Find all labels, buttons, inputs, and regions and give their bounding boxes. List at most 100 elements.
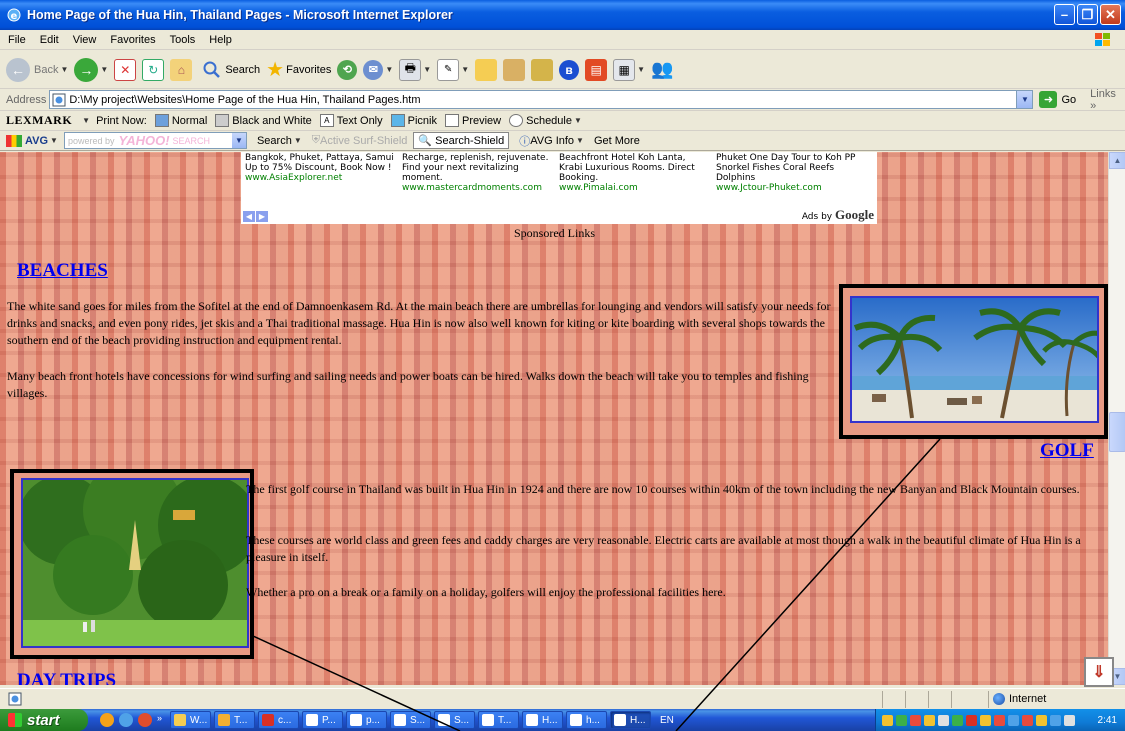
taskbar-button[interactable]: W... <box>170 711 212 729</box>
favorites-button[interactable]: ★ Favorites <box>266 57 331 82</box>
research-button[interactable] <box>503 58 526 81</box>
taskbar-button[interactable]: S... <box>390 711 432 729</box>
tray-icon[interactable] <box>1064 714 1075 726</box>
messenger-button[interactable] <box>531 58 554 81</box>
tray-icon[interactable] <box>966 714 977 726</box>
tray-icon[interactable] <box>1022 714 1033 726</box>
taskbar-button[interactable]: T... <box>478 711 520 729</box>
taskbar-button[interactable]: h... <box>566 711 608 729</box>
taskbar-button[interactable]: p... <box>346 711 388 729</box>
print-button[interactable]: 🖶 ▼ <box>399 58 431 81</box>
forward-button[interactable]: → ▼ <box>74 57 108 82</box>
avg-logo[interactable]: AVG ▼ <box>6 134 58 147</box>
chevron-left-icon[interactable]: ◀ <box>243 211 255 222</box>
ad-url[interactable]: www.Pimalai.com <box>559 183 709 193</box>
tray-icon[interactable] <box>938 714 949 726</box>
ad-url[interactable]: www.mastercardmoments.com <box>402 183 552 193</box>
ad-item[interactable]: Beachfront Hotel Koh Lanta, Krabi Luxuri… <box>559 153 709 193</box>
tray-icon[interactable] <box>952 714 963 726</box>
taskbar-button[interactable]: H... <box>522 711 564 729</box>
edit-button[interactable]: ✎ ▼ <box>437 58 469 81</box>
mail-button[interactable]: ✉ ▼ <box>363 59 393 80</box>
maximize-button[interactable]: ❐ <box>1077 4 1098 25</box>
get-more-button[interactable]: Get More <box>594 135 640 147</box>
stop-button[interactable]: ✕ <box>114 58 137 81</box>
links-button[interactable]: Links » <box>1090 88 1125 112</box>
scroll-to-bottom-icon[interactable]: ⇓ <box>1084 657 1114 687</box>
scroll-thumb[interactable] <box>1109 412 1125 452</box>
quick-launch-icon[interactable] <box>138 713 152 727</box>
chevron-right-icon[interactable]: ▶ <box>256 211 268 222</box>
chevron-down-icon[interactable]: ▼ <box>100 65 108 74</box>
quick-launch-icon[interactable] <box>119 713 133 727</box>
title-bar[interactable]: e Home Page of the Hua Hin, Thailand Pag… <box>0 0 1125 30</box>
golf-heading[interactable]: GOLF <box>1040 440 1094 462</box>
chevron-down-icon[interactable]: ▼ <box>82 116 90 125</box>
start-button[interactable]: start <box>0 709 88 731</box>
menu-view[interactable]: View <box>73 34 97 46</box>
normal-label: Normal <box>171 114 208 127</box>
ad-item[interactable]: Bangkok, Phuket, Pattaya, Samui Up to 75… <box>245 153 395 183</box>
taskbar-button[interactable]: P... <box>302 711 344 729</box>
chevron-right-icon[interactable]: » <box>157 713 162 727</box>
day-trips-heading[interactable]: DAY TRIPS <box>17 670 116 685</box>
preview-button[interactable]: Preview <box>444 114 501 127</box>
addon-button[interactable]: ▤ <box>585 58 608 81</box>
refresh-button[interactable]: ↻ <box>142 58 165 81</box>
tray-icon[interactable] <box>980 714 991 726</box>
back-button[interactable]: ← Back ▼ <box>6 57 68 82</box>
scroll-up-button[interactable]: ▲ <box>1109 152 1125 169</box>
folder-button[interactable] <box>475 58 498 81</box>
schedule-button[interactable]: Schedule ▼ <box>509 114 582 127</box>
menu-help[interactable]: Help <box>209 34 232 46</box>
print-text-only-button[interactable]: A Text Only <box>319 114 383 127</box>
ad-url[interactable]: www.AsiaExplorer.net <box>245 173 395 183</box>
screenshot-button[interactable]: ▦ ▼ <box>613 58 645 81</box>
beaches-heading[interactable]: BEACHES <box>17 260 108 282</box>
taskbar-button[interactable]: S... <box>434 711 476 729</box>
search-shield-button[interactable]: 🔍 Search-Shield <box>413 132 510 149</box>
tray-icon[interactable] <box>924 714 935 726</box>
active-surf-shield-button[interactable]: ⛨ Active Surf-Shield <box>312 134 408 147</box>
tray-icon[interactable] <box>910 714 921 726</box>
bluetooth-button[interactable]: ʙ <box>559 59 580 80</box>
taskbar-button-active[interactable]: H... <box>610 711 652 729</box>
chevron-down-icon[interactable]: ▼ <box>1016 91 1033 108</box>
picnik-button[interactable]: Picnik <box>390 114 437 127</box>
yahoo-search-input[interactable]: powered by YAHOO! SEARCH ▼ <box>63 132 247 149</box>
menu-favorites[interactable]: Favorites <box>110 34 155 46</box>
ad-item[interactable]: Recharge, replenish, rejuvenate. Find yo… <box>402 153 552 193</box>
avg-info-button[interactable]: ⓘ AVG Info ▼ <box>519 133 584 149</box>
tray-icon[interactable] <box>1050 714 1061 726</box>
tray-icon[interactable] <box>994 714 1005 726</box>
minimize-button[interactable]: – <box>1054 4 1075 25</box>
ads-by-google[interactable]: Ads by Google <box>802 208 874 222</box>
taskbar-button[interactable]: T... <box>214 711 256 729</box>
quick-launch-icon[interactable] <box>100 713 114 727</box>
menu-file[interactable]: File <box>8 34 26 46</box>
search-button[interactable]: Search <box>202 60 260 80</box>
menu-tools[interactable]: Tools <box>170 34 196 46</box>
tray-icon[interactable] <box>1008 714 1019 726</box>
avg-search-button[interactable]: Search ▼ <box>257 135 302 147</box>
ad-url[interactable]: www.Jctour-Phuket.com <box>716 183 866 193</box>
address-input[interactable]: D:\My project\Websites\Home Page of the … <box>49 90 1034 109</box>
tray-icon[interactable] <box>1036 714 1047 726</box>
chevron-down-icon[interactable]: ▼ <box>60 65 68 74</box>
print-black-white-button[interactable]: Black and White <box>215 114 312 127</box>
clock[interactable]: 2:41 <box>1098 715 1117 726</box>
menu-edit[interactable]: Edit <box>40 34 59 46</box>
tray-icon[interactable] <box>882 714 893 726</box>
go-button[interactable]: ➜ Go <box>1039 91 1076 108</box>
print-normal-button[interactable]: Normal <box>154 114 208 127</box>
ad-item[interactable]: Phuket One Day Tour to Koh PP Snorkel Fi… <box>716 153 866 193</box>
taskbar-button[interactable]: c... <box>258 711 300 729</box>
home-button[interactable]: ⌂ <box>170 58 193 81</box>
tray-icon[interactable] <box>896 714 907 726</box>
messenger-people-button[interactable]: 👥 <box>651 59 673 80</box>
history-button[interactable]: ⟲ <box>337 59 358 80</box>
chevron-down-icon[interactable]: ▼ <box>231 133 246 148</box>
close-button[interactable]: ✕ <box>1100 4 1121 25</box>
language-indicator[interactable]: EN <box>660 715 674 726</box>
vertical-scrollbar[interactable]: ▲ ▼ <box>1108 152 1125 685</box>
